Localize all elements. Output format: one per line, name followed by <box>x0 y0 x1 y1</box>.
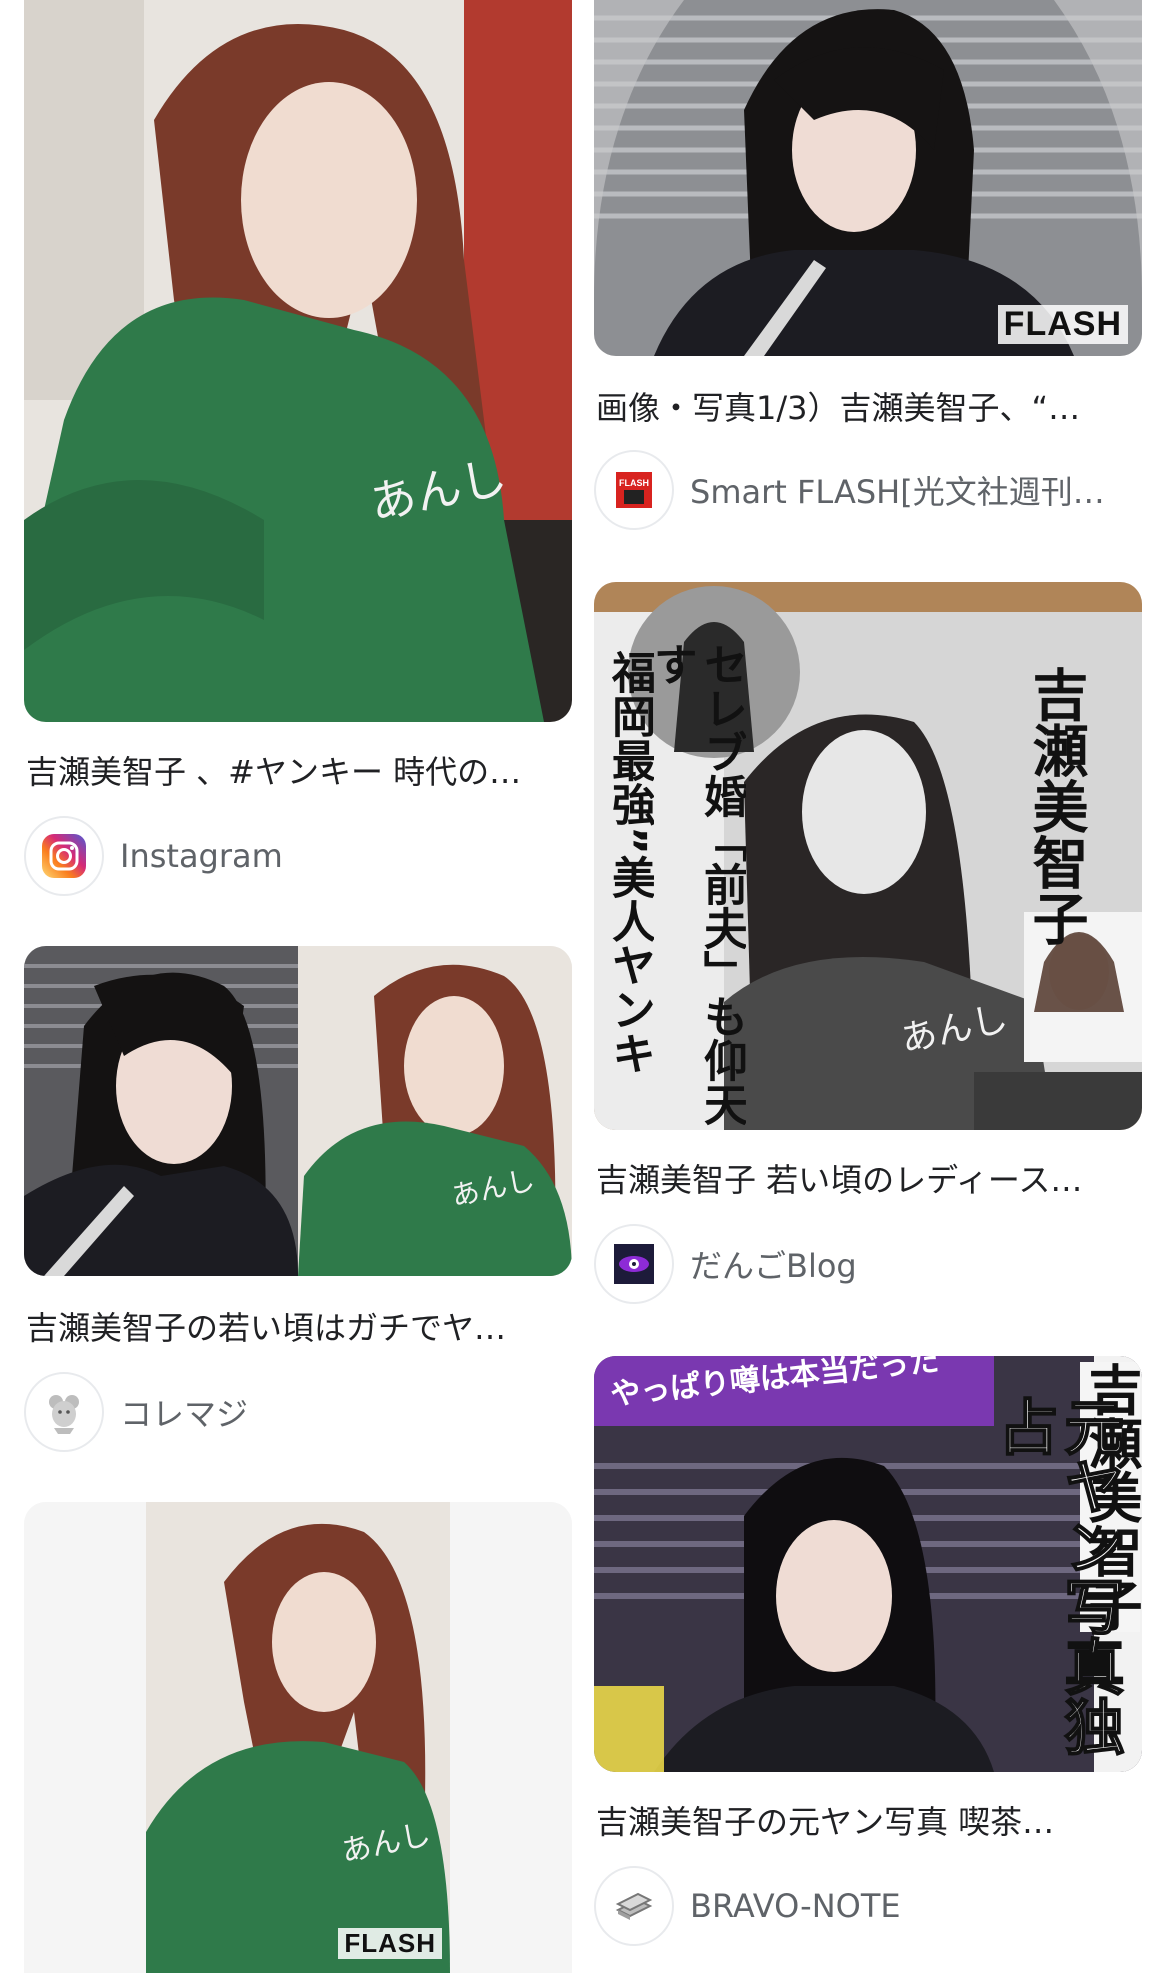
result-thumbnail[interactable]: あんし FLASH <box>24 1502 572 1973</box>
image-result-card[interactable]: あんし 吉瀬美智子の若い頃はガチでヤ… コレマジ <box>24 946 572 1452</box>
magazine-headline-1: セレブ婚「前夫」も仰天す <box>646 642 746 1126</box>
image-result-card[interactable]: やっぱり噂は本当だった 吉瀬美智子 元ヤン写真独占 吉瀬美智子の元ヤン写真 喫茶… <box>594 1356 1142 1946</box>
eye-icon <box>594 1224 674 1304</box>
mouse-mascot-icon <box>24 1372 104 1452</box>
source-name: コレマジ <box>120 1395 249 1433</box>
result-source[interactable]: だんごBlog <box>594 1222 857 1306</box>
result-thumbnail[interactable]: やっぱり噂は本当だった 吉瀬美智子 元ヤン写真独占 <box>594 1356 1142 1772</box>
image-result-card[interactable]: あんし 吉瀬美智子 、#ヤンキー 時代の… Instagram <box>24 0 572 896</box>
instagram-icon <box>24 816 104 896</box>
photo-girl-green-jacket: あんし <box>24 0 572 722</box>
photo-girl-green-jacket-small: あんし <box>24 1502 572 1973</box>
result-thumbnail[interactable]: あんし 福岡最強”美人ヤンキ セレブ婚「前夫」も仰天す 吉瀬美智子 <box>594 582 1142 1130</box>
result-title[interactable]: 吉瀬美智子 、#ヤンキー 時代の… <box>26 752 570 792</box>
result-source[interactable]: コレマジ <box>24 1370 248 1454</box>
result-source[interactable]: BRAVO-NOTE <box>594 1864 901 1948</box>
image-result-card[interactable]: あんし FLASH <box>24 1502 572 1973</box>
result-title[interactable]: 吉瀬美智子 若い頃のレディース… <box>596 1160 1140 1200</box>
result-source[interactable]: Instagram <box>24 814 283 898</box>
flash-watermark: FLASH <box>997 305 1128 344</box>
result-thumbnail[interactable]: あんし <box>24 0 572 722</box>
photo-collage-two-girls: あんし <box>24 946 572 1276</box>
result-title[interactable]: 吉瀬美智子の若い頃はガチでヤ… <box>26 1308 570 1348</box>
source-name: Smart FLASH[光文社週刊… <box>690 473 1105 511</box>
photo-girl-sailor-uniform <box>594 0 1142 356</box>
flash-watermark: FLASH <box>338 1928 442 1959</box>
result-thumbnail[interactable]: FLASH <box>594 0 1142 356</box>
result-thumbnail[interactable]: あんし <box>24 946 572 1276</box>
result-source[interactable]: FLASH Smart FLASH[光文社週刊… <box>594 448 1105 532</box>
result-title[interactable]: 画像・写真1/3）吉瀬美智子、“… <box>596 388 1140 428</box>
books-icon <box>594 1866 674 1946</box>
magazine-name: 吉瀬美智子 <box>1023 666 1088 946</box>
magazine-headline: 元ヤン写真独占 <box>987 1395 1125 1757</box>
result-title[interactable]: 吉瀬美智子の元ヤン写真 喫茶… <box>596 1802 1140 1842</box>
svg-text:FLASH: FLASH <box>619 478 649 488</box>
flash-logo-icon: FLASH <box>594 450 674 530</box>
source-name: だんごBlog <box>690 1247 857 1285</box>
source-name: Instagram <box>120 837 283 875</box>
image-result-card[interactable]: FLASH 画像・写真1/3）吉瀬美智子、“… FLASH Smart FLAS… <box>594 0 1142 530</box>
source-name: BRAVO-NOTE <box>690 1887 901 1925</box>
image-result-card[interactable]: あんし 福岡最強”美人ヤンキ セレブ婚「前夫」も仰天す 吉瀬美智子 吉瀬美智子 … <box>594 582 1142 1304</box>
